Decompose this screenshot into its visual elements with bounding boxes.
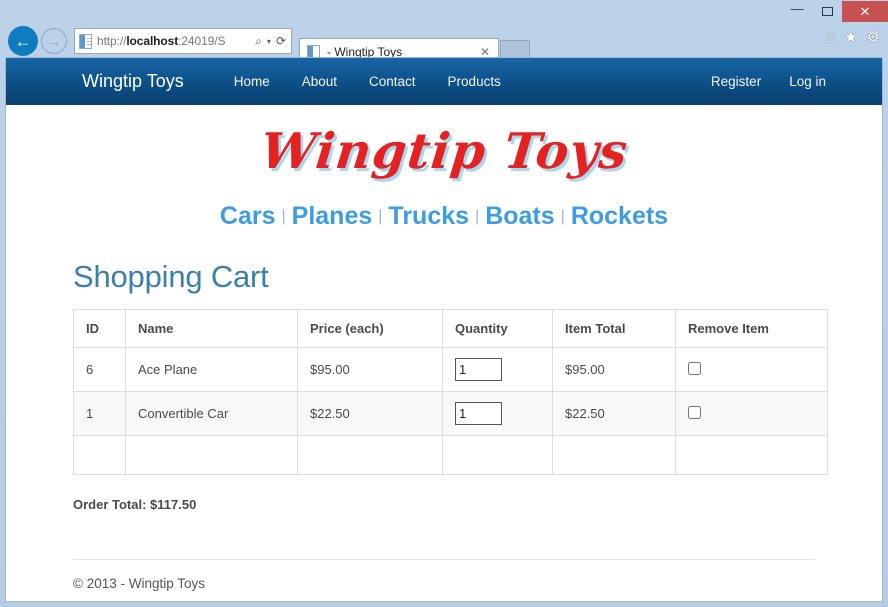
url-text: http://localhost:24019/S [97, 34, 253, 48]
chevron-down-icon[interactable]: ▾ [264, 37, 274, 46]
nav-item-about[interactable]: About [286, 74, 353, 89]
cell-empty [553, 436, 676, 475]
search-icon[interactable]: ⌕ [253, 34, 264, 49]
category-links: Cars|Planes|Trucks|Boats|Rockets [6, 202, 882, 231]
nav-item-home[interactable]: Home [218, 74, 286, 89]
cell-empty [298, 436, 443, 475]
minimize-button[interactable]: — [782, 1, 812, 22]
cell-id: 1 [74, 392, 126, 436]
site-logo: Wingtip Toys [258, 122, 631, 180]
quantity-input[interactable] [455, 402, 502, 425]
category-link-trucks[interactable]: Trucks [384, 202, 473, 230]
favorites-star-icon[interactable]: ★ [844, 30, 857, 45]
category-link-boats[interactable]: Boats [481, 202, 558, 230]
page-viewport: Wingtip Toys Home About Contact Products… [5, 57, 883, 602]
shopping-cart-table: ID Name Price (each) Quantity Item Total… [73, 309, 828, 475]
remove-item-checkbox[interactable] [688, 362, 701, 375]
site-nav-account-links: Register Log in [697, 74, 840, 89]
table-row: 6 Ace Plane $95.00 $95.00 [74, 348, 828, 392]
cell-empty [443, 436, 553, 475]
maximize-icon [822, 7, 833, 16]
footer-copyright: © 2013 - Wingtip Toys [73, 576, 820, 591]
cell-remove [676, 348, 828, 392]
category-separator: | [376, 208, 384, 225]
table-header-row: ID Name Price (each) Quantity Item Total… [74, 310, 828, 348]
back-arrow-icon: ← [15, 33, 32, 50]
category-link-planes[interactable]: Planes [288, 202, 377, 230]
site-navbar: Wingtip Toys Home About Contact Products… [6, 58, 882, 105]
quantity-input[interactable] [455, 358, 502, 381]
minimize-icon: — [791, 2, 804, 15]
cell-price: $95.00 [298, 348, 443, 392]
cell-item-total: $22.50 [553, 392, 676, 436]
cell-id: 6 [74, 348, 126, 392]
cell-quantity [443, 348, 553, 392]
site-brand[interactable]: Wingtip Toys [82, 71, 184, 92]
page-title: Shopping Cart [73, 259, 820, 295]
browser-toolbar: ← → http://localhost:24019/S ⌕ ▾ ⟳ - Win… [0, 22, 888, 60]
cell-remove [676, 392, 828, 436]
browser-window: — ✕ ← → http://localhost:24019/S ⌕ ▾ ⟳ -… [0, 0, 888, 607]
table-row: 1 Convertible Car $22.50 $22.50 [74, 392, 828, 436]
home-icon[interactable]: ⌂ [826, 30, 835, 45]
title-bar: — ✕ [0, 0, 888, 22]
cell-item-total: $95.00 [553, 348, 676, 392]
refresh-icon[interactable]: ⟳ [274, 34, 288, 48]
tab-strip: - Wingtip Toys ✕ [299, 22, 530, 60]
cell-empty [126, 436, 298, 475]
cell-quantity [443, 392, 553, 436]
page-icon [79, 34, 92, 49]
column-header-quantity: Quantity [443, 310, 553, 348]
forward-button[interactable]: → [41, 28, 67, 54]
close-icon: ✕ [860, 5, 871, 18]
site-nav-links: Home About Contact Products [218, 74, 517, 89]
footer-divider [73, 559, 815, 560]
nav-item-register[interactable]: Register [697, 74, 775, 89]
column-header-remove-item: Remove Item [676, 310, 828, 348]
column-header-price: Price (each) [298, 310, 443, 348]
cell-price: $22.50 [298, 392, 443, 436]
cell-name: Ace Plane [126, 348, 298, 392]
category-separator: | [473, 208, 481, 225]
close-button[interactable]: ✕ [842, 1, 888, 22]
maximize-button[interactable] [812, 1, 842, 22]
order-total: Order Total: $117.50 [73, 497, 820, 512]
settings-gear-icon[interactable]: ⚙ [867, 30, 880, 45]
address-bar[interactable]: http://localhost:24019/S ⌕ ▾ ⟳ [74, 28, 292, 54]
back-button[interactable]: ← [8, 26, 38, 56]
remove-item-checkbox[interactable] [688, 406, 701, 419]
browser-toolbar-right: ⌂ ★ ⚙ [826, 30, 880, 45]
page-content: Wingtip Toys Cars|Planes|Trucks|Boats|Ro… [6, 105, 882, 591]
category-link-rockets[interactable]: Rockets [567, 202, 672, 230]
nav-item-contact[interactable]: Contact [353, 74, 432, 89]
main-inner: Shopping Cart ID Name Price (each) Quant… [6, 259, 882, 591]
forward-arrow-icon: → [47, 34, 61, 48]
cell-empty [676, 436, 828, 475]
cell-empty [74, 436, 126, 475]
cell-name: Convertible Car [126, 392, 298, 436]
column-header-item-total: Item Total [553, 310, 676, 348]
column-header-id: ID [74, 310, 126, 348]
category-separator: | [559, 208, 567, 225]
category-link-cars[interactable]: Cars [216, 202, 280, 230]
nav-item-products[interactable]: Products [432, 74, 517, 89]
table-row-empty [74, 436, 828, 475]
logo-container: Wingtip Toys [6, 105, 882, 180]
column-header-name: Name [126, 310, 298, 348]
category-separator: | [280, 208, 288, 225]
nav-item-login[interactable]: Log in [775, 74, 840, 89]
